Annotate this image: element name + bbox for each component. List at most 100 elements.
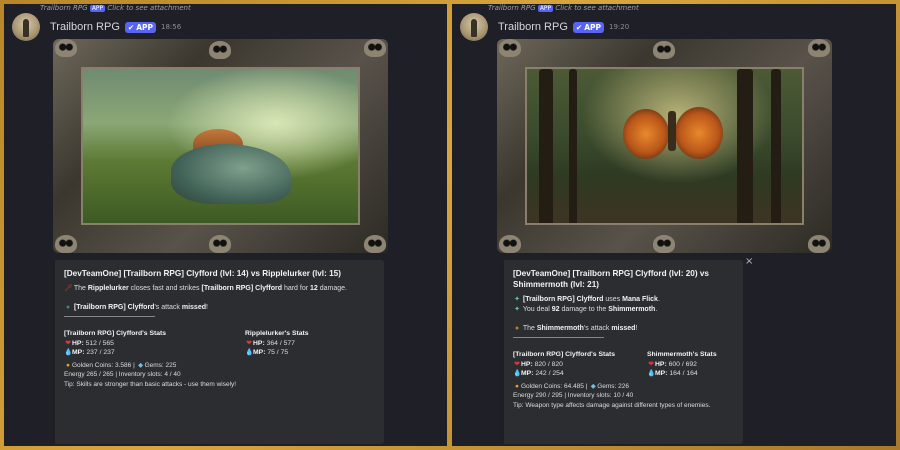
battle-image[interactable] (497, 39, 832, 253)
enemy-hp: ❤HP: 600 / 692 (647, 360, 717, 370)
player-stats: [Trailborn RPG] Clyfford's Stats ❤HP: 51… (64, 329, 245, 358)
player-name: [Trailborn RPG] Clyfford (73, 304, 155, 311)
reply-author: Trailborn RPG (40, 4, 88, 12)
skull-icon (499, 235, 521, 253)
text-fragment: damage to the (561, 306, 607, 313)
sword-icon: 🗡 (64, 285, 73, 292)
text-fragment: hard for (283, 285, 309, 292)
enemy-stats-title: Ripplelurker's Stats (245, 330, 309, 337)
heart-icon: ❤ (65, 339, 71, 347)
golden-coins: Golden Coins: 64.485 | (521, 382, 588, 390)
text-fragment: closes fast and strikes (130, 285, 200, 292)
text-fragment: damage. (319, 285, 348, 292)
sparkle-icon: ✦ (514, 296, 520, 303)
mana-icon: 💧 (245, 349, 254, 356)
energy-line: Energy 265 / 265 | Inventory slots: 4 / … (64, 371, 181, 378)
mp-label: MP: (253, 349, 266, 356)
tree (539, 69, 553, 223)
shimmermoth-body (668, 111, 676, 151)
reply-attachment-link[interactable]: Click to see attachment (107, 4, 190, 12)
ripplelurker-creature (171, 144, 291, 204)
timestamp[interactable]: 18:56 (161, 23, 181, 31)
avatar[interactable] (460, 13, 488, 41)
avatar[interactable] (12, 13, 40, 41)
timestamp[interactable]: 19:20 (609, 23, 629, 31)
damage-line: ✦ You deal 92 damage to the Shimmermoth. (513, 305, 734, 315)
skill-name: Mana Flick (622, 296, 658, 303)
avatar-figure-icon (23, 19, 29, 37)
moth-icon: ● (514, 325, 520, 332)
stats-block: [Trailborn RPG] Clyfford's Stats ❤HP: 82… (513, 350, 734, 379)
enemy-mp: 💧MP: 164 / 164 (647, 369, 717, 379)
reply-attachment-link[interactable]: Click to see attachment (555, 4, 638, 12)
heart-icon: ❤ (514, 360, 520, 368)
miss-word: missed (181, 304, 206, 311)
shimmermoth-wing-right (675, 107, 723, 159)
skull-icon (808, 235, 830, 253)
author-name[interactable]: Trailborn RPG (498, 21, 568, 33)
reply-bar[interactable]: Trailborn RPG APP Click to see attachmen… (40, 4, 191, 12)
enemy-stats-title: Shimmermoth's Stats (647, 351, 717, 358)
player-mp: 💧MP: 237 / 237 (64, 348, 245, 358)
currency-line: ● Golden Coins: 3.586 | ◆ Gems: 225 (64, 361, 375, 371)
mp-label: MP: (521, 370, 534, 377)
enemy-name: Shimmermoth (608, 306, 656, 313)
gem-icon: ◆ (138, 361, 144, 369)
hp-value: 600 / 692 (668, 360, 697, 368)
text-fragment: 's attack (154, 304, 180, 311)
miss-word: missed (611, 325, 636, 332)
battle-image[interactable] (53, 39, 388, 253)
mana-icon: 💧 (647, 370, 656, 377)
hp-value: 512 / 565 (85, 339, 114, 347)
reply-bar[interactable]: Trailborn RPG APP Click to see attachmen… (488, 4, 639, 12)
skull-icon (209, 41, 231, 59)
reply-author: Trailborn RPG (488, 4, 536, 12)
player-name: [Trailborn RPG] Clyfford (201, 285, 282, 292)
coin-icon: ● (66, 361, 70, 369)
skull-icon (55, 235, 77, 253)
author-name[interactable]: Trailborn RPG (50, 21, 120, 33)
skull-icon (808, 39, 830, 57)
text-fragment: ! (206, 304, 208, 311)
tree (771, 69, 781, 223)
battle-scene (525, 67, 804, 225)
damage-value: 92 (551, 306, 560, 313)
hp-value: 364 / 577 (266, 339, 295, 347)
skull-icon (653, 41, 675, 59)
app-badge-label: APP (136, 22, 153, 32)
check-icon: ✔ (575, 22, 583, 32)
miss-line: ● The Shimmermoth's attack missed! (513, 324, 734, 334)
player-stats-title: [Trailborn RPG] Clyfford's Stats (513, 351, 616, 358)
tip-line: Tip: Skills are stronger than basic atta… (64, 380, 237, 388)
player-hp: ❤HP: 512 / 565 (64, 339, 245, 349)
enemy-hp: ❤HP: 364 / 577 (245, 339, 309, 349)
sparkle-icon: ✦ (514, 306, 520, 313)
enemy-stats: Ripplelurker's Stats ❤HP: 364 / 577 💧MP:… (245, 329, 309, 358)
hp-label: HP: (253, 339, 265, 347)
reply-app-badge: APP (537, 5, 554, 12)
enemy-name: Shimmermoth (536, 325, 584, 332)
divider: ——————————————— (513, 334, 604, 341)
text-fragment: The (522, 325, 535, 332)
heart-icon: ❤ (648, 360, 654, 368)
close-icon[interactable]: × (745, 256, 753, 267)
embed-title: [DevTeamOne] [Trailborn RPG] Clyfford (l… (64, 269, 341, 278)
skull-icon (209, 235, 231, 253)
app-badge: ✔ APP (572, 21, 604, 33)
miss-line: ● [Trailborn RPG] Clyfford's attack miss… (64, 303, 375, 313)
text-fragment: 's attack (583, 325, 610, 332)
golden-coins: Golden Coins: 3.586 | (72, 361, 135, 369)
text-fragment: You deal (522, 306, 550, 313)
hp-value: 820 / 820 (534, 360, 563, 368)
player-name: [Trailborn RPG] Clyfford (522, 296, 604, 303)
hp-label: HP: (72, 339, 84, 347)
avatar-figure-icon (471, 19, 477, 37)
skull-icon (653, 235, 675, 253)
battle-scene (81, 67, 360, 225)
enemy-name: Ripplelurker (87, 285, 129, 292)
message-header: Trailborn RPG ✔ APP 19:20 (460, 12, 629, 42)
player-hp: ❤HP: 820 / 820 (513, 360, 647, 370)
mp-label: MP: (72, 349, 85, 356)
mana-icon: 💧 (64, 349, 73, 356)
tree (737, 69, 753, 223)
